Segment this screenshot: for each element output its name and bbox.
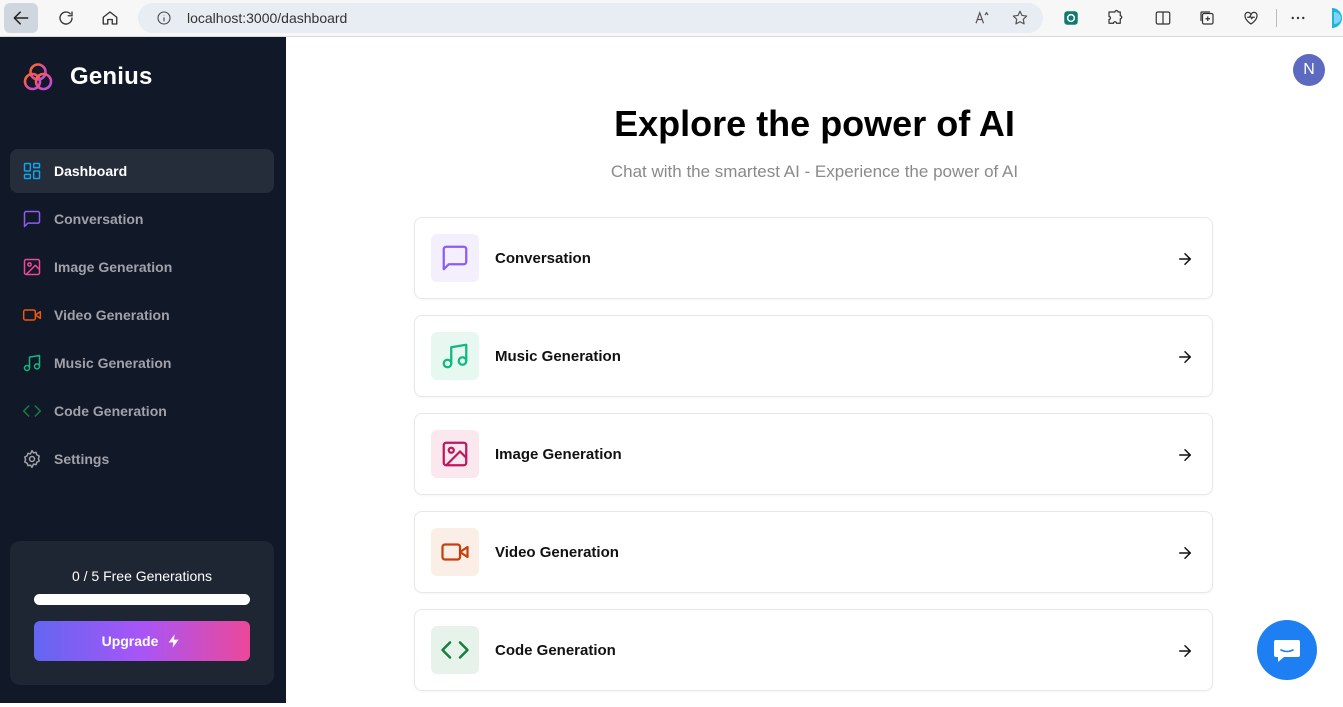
- sidebar-item-label: Code Generation: [54, 403, 167, 419]
- video-icon: [441, 543, 469, 561]
- tool-icon-tile: [431, 528, 479, 576]
- collections-icon[interactable]: [1196, 7, 1218, 29]
- layout-dashboard-icon: [22, 161, 42, 181]
- extensions-puzzle-icon[interactable]: [1104, 7, 1126, 29]
- zap-icon: [169, 634, 180, 648]
- sidebar-item-label: Image Generation: [54, 259, 173, 275]
- sidebar-nav: Dashboard Conversation Image Generation …: [10, 149, 274, 485]
- arrow-right-icon: [1179, 547, 1191, 559]
- chat-widget-button[interactable]: [1257, 620, 1317, 680]
- url-text: localhost:3000/dashboard: [187, 10, 348, 26]
- video-icon: [22, 305, 42, 325]
- message-square-icon: [442, 245, 468, 271]
- tool-list: Conversation Music Generation Image Gene…: [414, 217, 1213, 707]
- sidebar-item-settings[interactable]: Settings: [10, 437, 274, 481]
- favorite-star-icon[interactable]: [1011, 9, 1029, 27]
- tool-icon-tile: [431, 626, 479, 674]
- message-square-icon: [22, 209, 42, 229]
- browser-essentials-icon[interactable]: [1240, 7, 1262, 29]
- more-menu-icon[interactable]: [1287, 7, 1309, 29]
- sidebar-item-label: Conversation: [54, 211, 144, 227]
- arrow-right-icon: [1179, 253, 1191, 265]
- chat-bubble-icon: [1274, 640, 1300, 662]
- sidebar-item-conversation[interactable]: Conversation: [10, 197, 274, 241]
- free-generations-progress: [34, 594, 250, 605]
- tool-icon-tile: [431, 332, 479, 380]
- avatar[interactable]: N: [1293, 54, 1325, 86]
- page-subtitle: Chat with the smartest AI - Experience t…: [610, 162, 1019, 181]
- sidebar-item-code-generation[interactable]: Code Generation: [10, 389, 274, 433]
- sidebar-item-music-generation[interactable]: Music Generation: [10, 341, 274, 385]
- image-icon: [22, 257, 42, 277]
- arrow-right-icon: [1179, 645, 1191, 657]
- code-icon: [441, 641, 469, 659]
- sidebar-item-dashboard[interactable]: Dashboard: [10, 149, 274, 193]
- music-icon: [442, 343, 468, 369]
- sidebar-item-image-generation[interactable]: Image Generation: [10, 245, 274, 289]
- free-generations-count: 0 / 5 Free Generations: [71, 568, 213, 584]
- split-screen-icon[interactable]: [1152, 7, 1174, 29]
- upgrade-button[interactable]: Upgrade: [34, 621, 250, 661]
- tool-label: Image Generation: [495, 445, 622, 463]
- read-aloud-icon[interactable]: [973, 9, 991, 27]
- info-icon[interactable]: [156, 10, 172, 26]
- tool-card-conversation[interactable]: Conversation: [414, 217, 1213, 299]
- tool-card-music-generation[interactable]: Music Generation: [414, 315, 1213, 397]
- brand[interactable]: Genius: [22, 61, 153, 93]
- reload-button[interactable]: [49, 3, 83, 33]
- upgrade-label: Upgrade: [101, 633, 159, 649]
- tool-label: Video Generation: [495, 543, 619, 561]
- browser-toolbar: localhost:3000/dashboard: [0, 0, 1343, 37]
- arrow-right-icon: [1179, 351, 1191, 363]
- tool-card-image-generation[interactable]: Image Generation: [414, 413, 1213, 495]
- free-generations-card: 0 / 5 Free Generations Upgrade: [10, 541, 274, 685]
- image-icon: [442, 441, 468, 467]
- settings-icon: [22, 449, 42, 469]
- brand-name: Genius: [70, 63, 153, 90]
- toolbar-divider: [1276, 9, 1277, 27]
- sidebar-item-label: Dashboard: [54, 163, 128, 179]
- page-title: Explore the power of AI: [614, 103, 1015, 144]
- tool-label: Music Generation: [495, 347, 621, 365]
- tool-icon-tile: [431, 234, 479, 282]
- copilot-icon[interactable]: [1326, 6, 1343, 30]
- sidebar: Genius Dashboard Conversation Image Gene…: [0, 37, 286, 703]
- tool-card-code-generation[interactable]: Code Generation: [414, 609, 1213, 691]
- genius-logo-icon: [22, 61, 54, 93]
- dashboard-main: N Explore the power of AI Chat with the …: [286, 37, 1343, 703]
- arrow-right-icon: [1179, 449, 1191, 461]
- code-icon: [22, 401, 42, 421]
- sidebar-item-label: Settings: [54, 451, 110, 467]
- music-icon: [22, 353, 42, 373]
- tool-label: Conversation: [495, 249, 591, 267]
- address-bar[interactable]: localhost:3000/dashboard: [138, 3, 1043, 33]
- sidebar-item-video-generation[interactable]: Video Generation: [10, 293, 274, 337]
- home-button[interactable]: [93, 3, 127, 33]
- back-button[interactable]: [4, 3, 38, 33]
- sidebar-item-label: Video Generation: [54, 307, 170, 323]
- tool-card-video-generation[interactable]: Video Generation: [414, 511, 1213, 593]
- sidebar-item-label: Music Generation: [54, 355, 172, 371]
- extension-icon[interactable]: [1060, 7, 1082, 29]
- tool-icon-tile: [431, 430, 479, 478]
- tool-label: Code Generation: [495, 641, 616, 659]
